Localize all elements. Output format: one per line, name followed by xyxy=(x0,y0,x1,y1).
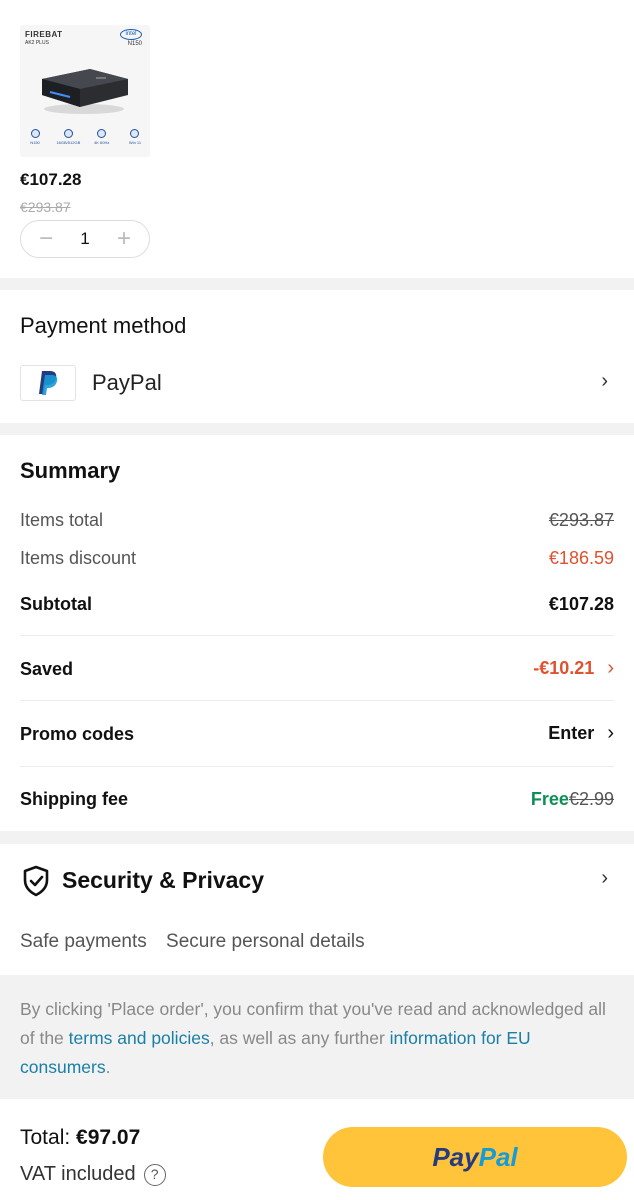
promo-enter-label: Enter xyxy=(548,723,595,743)
safe-payments-label: Safe payments xyxy=(20,931,147,952)
terms-link[interactable]: terms and policies xyxy=(69,1028,210,1048)
security-section[interactable] xyxy=(0,844,634,975)
product-image[interactable]: FIREBAT AK2 PLUS intel N150 N150 16GB/51… xyxy=(20,25,150,157)
security-title: Security & Privacy xyxy=(62,867,265,893)
summary-title: Summary xyxy=(20,458,121,483)
items-discount-label: Items discount xyxy=(20,548,137,568)
row-divider xyxy=(20,635,614,636)
spec-label: 16GB/512GB xyxy=(56,140,81,145)
notice-text: . xyxy=(105,1057,111,1077)
security-badges: Safe payments Secure personal details xyxy=(20,931,365,953)
increase-button[interactable]: + xyxy=(117,227,131,251)
spec-icons: N150 16GB/512GB 4K 60Hz Win 11 xyxy=(26,129,144,145)
quantity-value: 1 xyxy=(80,229,90,248)
section-divider xyxy=(0,831,634,844)
cpu-label: N150 xyxy=(127,41,142,47)
summary-section xyxy=(0,435,634,831)
display-icon xyxy=(97,129,107,138)
product-price: €107.28 xyxy=(20,170,82,189)
paypal-checkout-button[interactable]: Pay Pal xyxy=(323,1127,627,1187)
decrease-button[interactable]: − xyxy=(39,227,53,251)
items-total-value: €293.87 xyxy=(548,510,614,530)
product-section: FIREBAT AK2 PLUS intel N150 N150 16GB/51… xyxy=(0,0,634,278)
subtotal-label: Subtotal xyxy=(20,594,92,614)
total-label: Total: xyxy=(20,1126,71,1149)
payment-method-name[interactable]: PayPal xyxy=(92,370,162,396)
row-divider xyxy=(20,700,614,701)
help-icon[interactable]: ? xyxy=(143,1163,166,1186)
payment-section[interactable] xyxy=(0,290,634,423)
mini-pc-illustration xyxy=(42,69,128,114)
vat-label: VAT included xyxy=(20,1163,136,1185)
spec-label: 4K 60Hz xyxy=(93,140,110,145)
windows-icon xyxy=(130,129,140,138)
product-brand: FIREBAT xyxy=(25,30,63,39)
saved-value: -€10.21 xyxy=(533,658,595,678)
promo-codes-label: Promo codes xyxy=(20,724,135,744)
product-original-price: €293.87 xyxy=(20,199,71,215)
order-total: Total: €97.07 xyxy=(20,1126,140,1150)
section-divider xyxy=(0,278,634,290)
items-total-label: Items total xyxy=(20,510,104,530)
paypal-wordmark-pay: Pay xyxy=(432,1141,479,1172)
spec-label: N150 xyxy=(30,140,40,145)
secure-details-label: Secure personal details xyxy=(166,931,365,952)
section-divider xyxy=(0,423,634,435)
saved-row-action[interactable]: -€10.21 › xyxy=(533,657,614,680)
chip-icon xyxy=(30,129,40,138)
payment-title: Payment method xyxy=(20,313,187,338)
intel-logo: intel xyxy=(120,29,142,40)
promo-codes-action[interactable]: Enter › xyxy=(548,722,614,745)
paypal-logo-box xyxy=(20,365,76,401)
chevron-right-icon[interactable]: › xyxy=(601,370,608,393)
paypal-wordmark-pal: Pal xyxy=(478,1141,518,1172)
subtotal-value: €107.28 xyxy=(548,594,614,614)
spec-item: 16GB/512GB xyxy=(56,129,81,145)
paypal-icon xyxy=(39,371,58,395)
memory-icon xyxy=(63,129,73,138)
spec-item: N150 xyxy=(26,129,44,145)
shield-check-icon xyxy=(23,865,49,897)
shipping-free-label: Free xyxy=(530,789,569,809)
saved-label: Saved xyxy=(20,659,74,679)
shipping-fee-label: Shipping fee xyxy=(20,789,128,809)
legal-notice: By clicking 'Place order', you confirm t… xyxy=(0,975,634,1099)
spec-item: Win 11 xyxy=(126,129,144,145)
spec-item: 4K 60Hz xyxy=(93,129,111,145)
chevron-right-icon[interactable]: › xyxy=(601,867,608,890)
total-value: €97.07 xyxy=(76,1126,141,1149)
vat-note: VAT included ? xyxy=(20,1163,166,1186)
items-discount-value: €186.59 xyxy=(548,548,614,568)
spec-label: Win 11 xyxy=(128,140,142,145)
chevron-right-icon: › xyxy=(607,722,614,744)
shipping-fee-value: Free€2.99 xyxy=(531,789,614,810)
product-model: AK2 PLUS xyxy=(25,40,49,46)
quantity-stepper: − 1 + xyxy=(20,220,150,258)
notice-text: , as well as any further xyxy=(209,1028,390,1048)
shipping-original-fee: €2.99 xyxy=(568,789,614,809)
chevron-right-icon: › xyxy=(607,657,614,679)
row-divider xyxy=(20,766,614,767)
